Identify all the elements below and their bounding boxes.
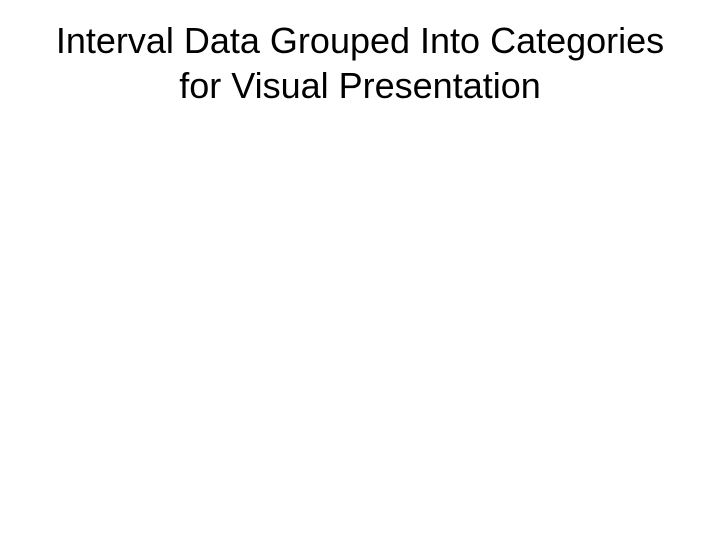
slide-title: Interval Data Grouped Into Categories fo… [0, 18, 720, 108]
slide-container: Interval Data Grouped Into Categories fo… [0, 0, 720, 540]
